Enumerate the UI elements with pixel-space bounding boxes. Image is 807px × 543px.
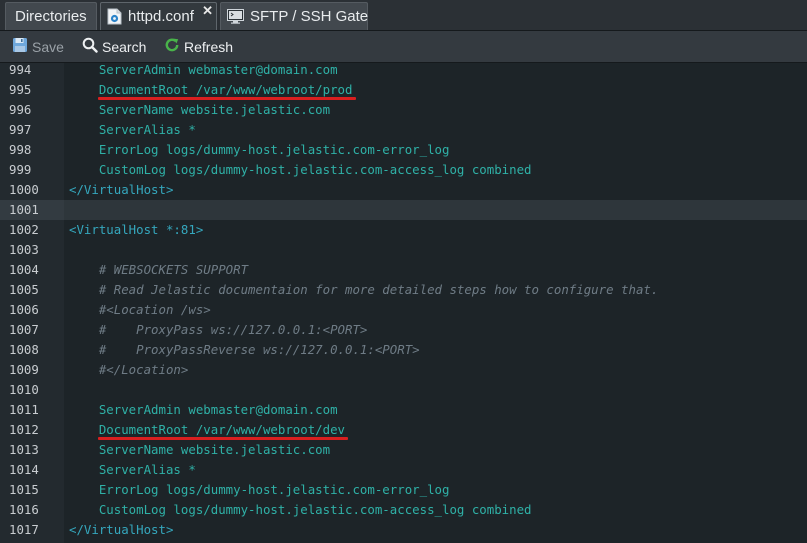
line-number: 1004 xyxy=(9,262,39,277)
code-line[interactable]: 1012 DocumentRoot /var/www/webroot/dev xyxy=(0,420,807,440)
code-line[interactable]: 1009 #</Location> xyxy=(0,360,807,380)
line-number: 1005 xyxy=(9,282,39,297)
code-line[interactable]: 995 DocumentRoot /var/www/webroot/prod xyxy=(0,80,807,100)
line-number: 1001 xyxy=(0,200,64,220)
code-line[interactable]: 1003 xyxy=(0,240,807,260)
code-line[interactable]: 1008 # ProxyPassReverse ws://127.0.0.1:<… xyxy=(0,340,807,360)
save-icon xyxy=(12,37,28,56)
line-number: 1008 xyxy=(9,342,39,357)
code-line[interactable]: 1017 </VirtualHost> xyxy=(0,520,807,540)
line-text: </VirtualHost> xyxy=(69,522,174,537)
close-icon[interactable]: ✕ xyxy=(202,4,213,17)
line-number: 1009 xyxy=(9,362,39,377)
line-text: #<Location /ws> xyxy=(69,302,211,317)
line-text: # ProxyPassReverse ws://127.0.0.1:<PORT> xyxy=(69,342,420,357)
line-text: ServerAdmin webmaster@domain.com xyxy=(69,402,338,417)
line-text: ErrorLog logs/dummy-host.jelastic.com-er… xyxy=(69,142,450,157)
code-line[interactable]: 1015 ErrorLog logs/dummy-host.jelastic.c… xyxy=(0,480,807,500)
code-line[interactable]: 1001 xyxy=(0,200,807,220)
line-number: 1007 xyxy=(9,322,39,337)
code-line[interactable]: 1005 # Read Jelastic documentaion for mo… xyxy=(0,280,807,300)
tab-directories[interactable]: Directories xyxy=(5,2,97,30)
tab-label: Directories xyxy=(15,8,87,25)
config-file-icon xyxy=(107,8,122,25)
line-number: 1000 xyxy=(9,182,39,197)
line-number: 1010 xyxy=(9,382,39,397)
save-label: Save xyxy=(32,38,64,55)
code-line[interactable]: 1016 CustomLog logs/dummy-host.jelastic.… xyxy=(0,500,807,520)
code-line[interactable]: 998 ErrorLog logs/dummy-host.jelastic.co… xyxy=(0,140,807,160)
line-number: 998 xyxy=(9,142,32,157)
search-button[interactable]: Search xyxy=(82,31,146,62)
code-line[interactable]: 1011 ServerAdmin webmaster@domain.com xyxy=(0,400,807,420)
code-line[interactable]: 1002 <VirtualHost *:81> xyxy=(0,220,807,240)
refresh-button[interactable]: Refresh xyxy=(164,31,233,62)
code-line[interactable]: 1006 #<Location /ws> xyxy=(0,300,807,320)
line-number: 1012 xyxy=(9,422,39,437)
file-editor-window: Directories httpd.conf ✕ SFTP / SSH Gate… xyxy=(0,0,807,543)
line-number: 1015 xyxy=(9,482,39,497)
line-text: ServerAdmin webmaster@domain.com xyxy=(69,63,338,77)
tab-sftp-ssh-gate[interactable]: SFTP / SSH Gate xyxy=(220,2,368,30)
code-line[interactable]: 1007 # ProxyPass ws://127.0.0.1:<PORT> xyxy=(0,320,807,340)
editor-toolbar: Save Search Refresh xyxy=(0,31,807,63)
line-number: 1002 xyxy=(9,222,39,237)
code-line[interactable]: 994 ServerAdmin webmaster@domain.com xyxy=(0,63,807,80)
search-icon xyxy=(82,37,98,56)
line-number: 999 xyxy=(9,162,32,177)
code-line[interactable]: 1010 xyxy=(0,380,807,400)
line-text: <VirtualHost *:81> xyxy=(69,222,204,237)
line-text: # Read Jelastic documentaion for more de… xyxy=(69,282,659,297)
code-line[interactable]: 1000 </VirtualHost> xyxy=(0,180,807,200)
line-text: ServerAlias * xyxy=(69,462,196,477)
refresh-icon xyxy=(164,37,180,56)
line-text: ServerName website.jelastic.com xyxy=(69,442,331,457)
code-line[interactable]: 1004 # WEBSOCKETS SUPPORT xyxy=(0,260,807,280)
monitor-icon xyxy=(227,9,244,24)
line-number: 1014 xyxy=(9,462,39,477)
line-number: 1003 xyxy=(9,242,39,257)
line-number: 1011 xyxy=(9,402,39,417)
line-number: 994 xyxy=(9,63,32,77)
save-button[interactable]: Save xyxy=(12,31,64,62)
code-line[interactable]: 1014 ServerAlias * xyxy=(0,460,807,480)
line-text: ServerAlias * xyxy=(69,122,196,137)
tab-bar: Directories httpd.conf ✕ SFTP / SSH Gate xyxy=(0,0,807,31)
line-text: ErrorLog logs/dummy-host.jelastic.com-er… xyxy=(69,482,450,497)
code-line[interactable]: 999 CustomLog logs/dummy-host.jelastic.c… xyxy=(0,160,807,180)
line-number: 1006 xyxy=(9,302,39,317)
line-number: 1016 xyxy=(9,502,39,517)
line-text: #</Location> xyxy=(69,362,189,377)
tab-httpd-conf[interactable]: httpd.conf ✕ xyxy=(100,2,217,30)
line-number: 995 xyxy=(9,82,32,97)
line-text: CustomLog logs/dummy-host.jelastic.com-a… xyxy=(69,162,532,177)
code-line[interactable]: 1013 ServerName website.jelastic.com xyxy=(0,440,807,460)
line-number: 996 xyxy=(9,102,32,117)
line-number: 997 xyxy=(9,122,32,137)
line-text: # ProxyPass ws://127.0.0.1:<PORT> xyxy=(69,322,368,337)
search-label: Search xyxy=(102,38,147,55)
code-line[interactable]: 997 ServerAlias * xyxy=(0,120,807,140)
line-text: CustomLog logs/dummy-host.jelastic.com-a… xyxy=(69,502,532,517)
tab-label: SFTP / SSH Gate xyxy=(250,8,369,25)
line-text: </VirtualHost> xyxy=(69,182,174,197)
code-line[interactable]: 996 ServerName website.jelastic.com xyxy=(0,100,807,120)
code-editor[interactable]: 994 ServerAdmin webmaster@domain.com 995 … xyxy=(0,63,807,543)
line-text: # WEBSOCKETS SUPPORT xyxy=(69,262,249,277)
line-text: ServerName website.jelastic.com xyxy=(69,102,331,117)
line-number: 1013 xyxy=(9,442,39,457)
line-number: 1017 xyxy=(9,522,39,537)
refresh-label: Refresh xyxy=(184,38,234,55)
tab-label: httpd.conf xyxy=(128,8,194,25)
